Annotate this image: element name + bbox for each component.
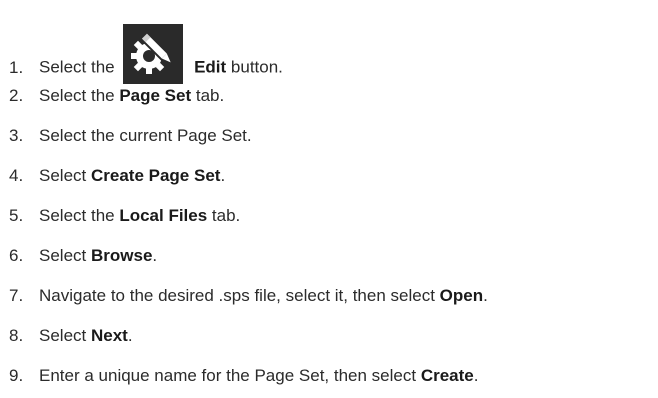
step-4: 4. Select Create Page Set. bbox=[0, 165, 225, 187]
step-text: Select Next. bbox=[39, 325, 133, 347]
step-7: 7. Navigate to the desired .sps file, se… bbox=[0, 285, 488, 307]
step-5: 5. Select the Local Files tab. bbox=[0, 205, 240, 227]
step-text-pre: Select the bbox=[39, 206, 120, 225]
step-number: 2. bbox=[9, 86, 24, 105]
step-text: Select Create Page Set. bbox=[39, 165, 225, 187]
step-text-bold: Create Page Set bbox=[90, 166, 221, 185]
step-text-bold: Next bbox=[90, 326, 128, 345]
step-text-pre: Select the bbox=[39, 57, 115, 77]
step-text-pre: Select the bbox=[39, 86, 120, 105]
step-text: Enter a unique name for the Page Set, th… bbox=[39, 365, 478, 387]
step-text: Navigate to the desired .sps file, selec… bbox=[39, 285, 488, 307]
step-6: 6. Select Browse. bbox=[0, 245, 157, 267]
step-text: Select Browse. bbox=[39, 245, 157, 267]
step-text-pre: Enter a unique name for the Page Set, th… bbox=[39, 366, 421, 385]
step-text-pre: Select bbox=[39, 166, 91, 185]
step-text-post: tab. bbox=[207, 206, 241, 225]
step-text-bold: Create bbox=[420, 366, 474, 385]
step-text-bold: Page Set bbox=[119, 86, 192, 105]
edit-label: Edit bbox=[194, 57, 227, 77]
step-number: 1. bbox=[9, 58, 24, 77]
step-text-pre: Select bbox=[39, 246, 91, 265]
step-text-post: . bbox=[152, 246, 158, 265]
step-2: 2. Select the Page Set tab. bbox=[0, 85, 224, 107]
edit-gear-pencil-icon bbox=[123, 24, 184, 84]
step-number: 8. bbox=[9, 326, 24, 345]
step-number: 7. bbox=[9, 286, 24, 305]
step-text-pre: Select the current Page Set. bbox=[39, 126, 252, 145]
step-text-pre: Navigate to the desired .sps file, selec… bbox=[39, 286, 440, 305]
step-text-post: . bbox=[127, 326, 133, 345]
step-text: Select the Page Set tab. bbox=[39, 85, 224, 107]
step-3: 3. Select the current Page Set. bbox=[0, 125, 252, 147]
step-9: 9. Enter a unique name for the Page Set,… bbox=[0, 365, 478, 387]
step-number: 3. bbox=[9, 126, 24, 145]
step-text-post: . bbox=[483, 286, 488, 305]
step-text-post: . bbox=[220, 166, 226, 185]
step-number: 9. bbox=[9, 366, 24, 385]
step-text-post: button. bbox=[226, 57, 283, 77]
step-text-pre: Select bbox=[39, 326, 91, 345]
step-number: 5. bbox=[9, 206, 24, 225]
step-number: 4. bbox=[9, 166, 24, 185]
step-text-post: . bbox=[473, 366, 479, 385]
step-text: Select the current Page Set. bbox=[39, 125, 252, 147]
step-text-post: tab. bbox=[191, 86, 225, 105]
step-text: Select the Local Files tab. bbox=[39, 205, 240, 227]
step-text-bold: Browse bbox=[90, 246, 153, 265]
step-8: 8. Select Next. bbox=[0, 325, 133, 347]
step-text-bold: Local Files bbox=[119, 206, 208, 225]
step-text-bold: Open bbox=[439, 286, 484, 305]
step-number: 6. bbox=[9, 246, 24, 265]
